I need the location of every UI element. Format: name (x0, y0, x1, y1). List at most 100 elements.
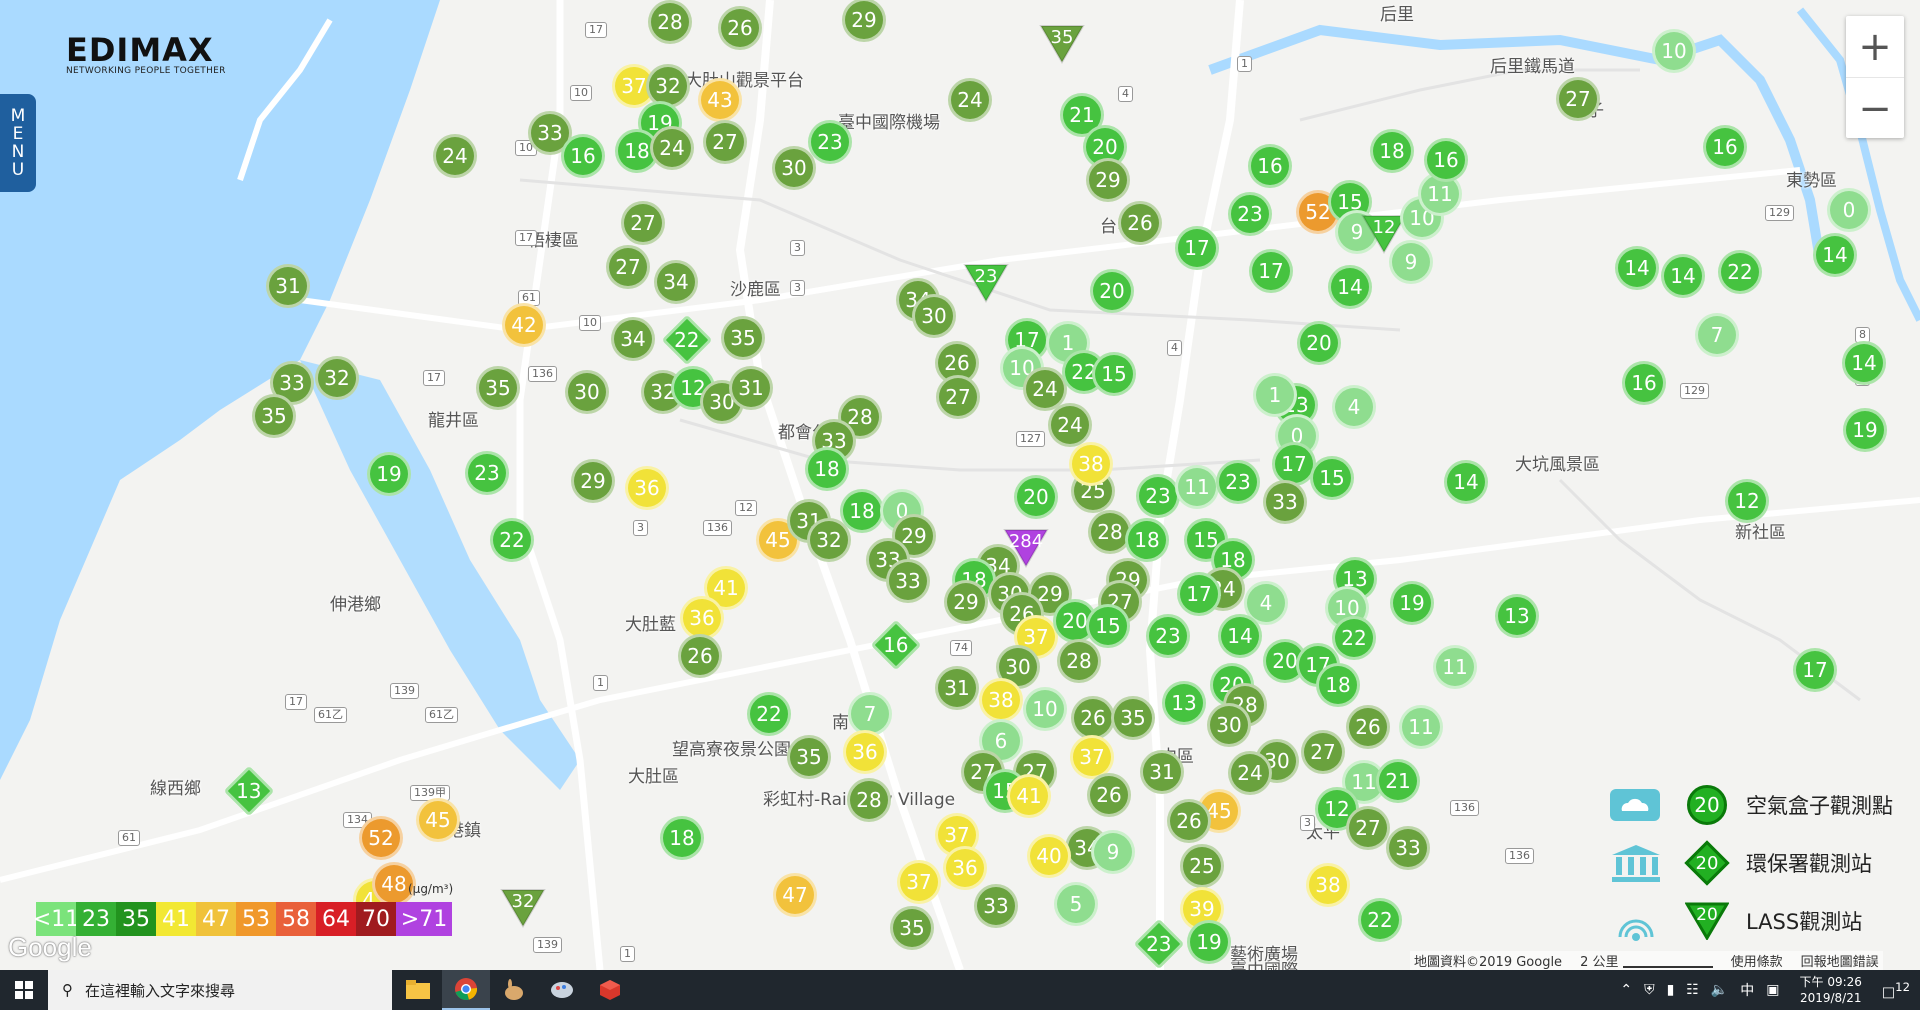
airbox-station-marker[interactable]: 33 (974, 884, 1018, 928)
airbox-station-marker[interactable]: 21 (1376, 759, 1420, 803)
airbox-station-marker[interactable]: 11 (1175, 465, 1219, 509)
airbox-station-marker[interactable]: 35 (721, 316, 765, 360)
airbox-station-marker[interactable]: 14 (1813, 233, 1857, 277)
airbox-station-marker[interactable]: 18 (1370, 129, 1414, 173)
airbox-station-marker[interactable]: 26 (1118, 201, 1162, 245)
airbox-station-marker[interactable]: 13 (1495, 594, 1539, 638)
airbox-station-marker[interactable]: 10 (1652, 29, 1696, 73)
file-explorer-app[interactable] (394, 970, 442, 1010)
airbox-station-marker[interactable]: 24 (433, 134, 477, 178)
airbox-station-marker[interactable]: 16 (1248, 144, 1292, 188)
airbox-station-marker[interactable]: 16 (1703, 125, 1747, 169)
airbox-station-marker[interactable]: 30 (1207, 703, 1251, 747)
ime-indicator[interactable]: 中 (1740, 980, 1754, 1000)
airbox-station-marker[interactable]: 29 (1086, 158, 1130, 202)
airbox-station-marker[interactable]: 16 (1622, 361, 1666, 405)
airbox-station-marker[interactable]: 26 (718, 6, 762, 50)
airbox-station-marker[interactable]: 9 (1091, 830, 1135, 874)
airbox-station-marker[interactable]: 33 (1386, 826, 1430, 870)
airbox-station-marker[interactable]: 27 (703, 120, 747, 164)
airbox-station-marker[interactable]: 33 (886, 559, 930, 603)
airbox-station-marker[interactable]: 18 (805, 447, 849, 491)
airbox-station-marker[interactable]: 20 (1090, 269, 1134, 313)
airbox-station-marker[interactable]: 26 (1087, 773, 1131, 817)
battery-icon[interactable]: ▮ (1667, 982, 1675, 998)
airbox-station-marker[interactable]: 27 (606, 245, 650, 289)
airbox-station-marker[interactable]: 18 (840, 489, 884, 533)
airbox-station-marker[interactable]: 14 (1444, 460, 1488, 504)
airbox-station-marker[interactable]: 36 (843, 730, 887, 774)
airbox-station-marker[interactable]: 27 (621, 201, 665, 245)
airbox-station-marker[interactable]: 0 (1827, 188, 1871, 232)
chevron-up-icon[interactable]: ⌃ (1620, 982, 1632, 998)
airbox-station-marker[interactable]: 28 (1057, 639, 1101, 683)
airbox-station-marker[interactable]: 23 (465, 451, 509, 495)
airbox-station-marker[interactable]: 14 (1842, 341, 1886, 385)
airbox-station-marker[interactable]: 29 (842, 0, 886, 42)
airbox-station-marker[interactable]: 20 (1297, 321, 1341, 365)
airbox-station-marker[interactable]: 26 (1167, 799, 1211, 843)
airbox-station-marker[interactable]: 35 (252, 394, 296, 438)
zoom-out-button[interactable]: − (1846, 78, 1904, 139)
airbox-station-marker[interactable]: 40 (1027, 834, 1071, 878)
airbox-station-marker[interactable]: 17 (1249, 249, 1293, 293)
airbox-station-marker[interactable]: 22 (747, 692, 791, 736)
airbox-station-marker[interactable]: 14 (1615, 246, 1659, 290)
airbox-station-marker[interactable]: 23 (1146, 614, 1190, 658)
edimax-logo[interactable]: EDIMAX NETWORKING PEOPLE TOGETHER (66, 34, 226, 76)
zoom-in-button[interactable]: + (1846, 16, 1904, 78)
airbox-station-marker[interactable]: 17 (1175, 226, 1219, 270)
airbox-station-marker[interactable]: 27 (1346, 806, 1390, 850)
airbox-station-marker[interactable]: 15 (1310, 456, 1354, 500)
airbox-station-marker[interactable]: 31 (1140, 750, 1184, 794)
airbox-station-marker[interactable]: 29 (944, 580, 988, 624)
airbox-station-marker[interactable]: 31 (935, 666, 979, 710)
input-mode-icon[interactable]: ▣ (1766, 982, 1779, 998)
airbox-station-marker[interactable]: 11 (1399, 705, 1443, 749)
chrome-app[interactable] (442, 970, 490, 1010)
airbox-station-marker[interactable]: 28 (847, 778, 891, 822)
airbox-station-marker[interactable]: 34 (611, 317, 655, 361)
airbox-station-marker[interactable]: 23 (1228, 192, 1272, 236)
airbox-station-marker[interactable]: 4 (1332, 385, 1376, 429)
airbox-station-marker[interactable]: 18 (660, 816, 704, 860)
terms-link[interactable]: 使用條款 (1731, 951, 1783, 970)
airbox-station-marker[interactable]: 28 (648, 0, 692, 44)
airbox-station-marker[interactable]: 11 (1433, 645, 1477, 689)
airbox-station-marker[interactable]: 52 (359, 816, 403, 860)
airbox-station-marker[interactable]: 7 (1695, 313, 1739, 357)
airbox-station-marker[interactable]: 38 (1306, 863, 1350, 907)
shield-icon[interactable]: ⛨ (1644, 982, 1655, 998)
airbox-station-marker[interactable]: 23 (1216, 460, 1260, 504)
airbox-station-marker[interactable]: 26 (1071, 696, 1115, 740)
airbox-station-marker[interactable]: 17 (1177, 572, 1221, 616)
airbox-station-marker[interactable]: 42 (502, 303, 546, 347)
start-button[interactable] (0, 970, 48, 1010)
airbox-station-marker[interactable]: 36 (943, 846, 987, 890)
airbox-station-marker[interactable]: 30 (912, 294, 956, 338)
airbox-station-marker[interactable]: 20 (1014, 475, 1058, 519)
airbox-station-marker[interactable]: 24 (948, 78, 992, 122)
airbox-station-marker[interactable]: 47 (773, 873, 817, 917)
lass-station-marker[interactable]: 23 (963, 263, 1009, 303)
airbox-station-marker[interactable]: 7 (848, 692, 892, 736)
airbox-station-marker[interactable]: 19 (367, 452, 411, 496)
airbox-station-marker[interactable]: 26 (678, 634, 722, 678)
airbox-station-marker[interactable]: 17 (1793, 648, 1837, 692)
airbox-station-marker[interactable]: 24 (1048, 403, 1092, 447)
airbox-station-marker[interactable]: 19 (1843, 408, 1887, 452)
airbox-station-marker[interactable]: 9 (1389, 240, 1433, 284)
airbox-station-marker[interactable]: 34 (654, 260, 698, 304)
airbox-station-marker[interactable]: 35 (787, 735, 831, 779)
airbox-station-marker[interactable]: 45 (416, 798, 460, 842)
airbox-station-marker[interactable]: 10 (1023, 687, 1067, 731)
airbox-station-marker[interactable]: 30 (772, 146, 816, 190)
airbox-station-marker[interactable]: 35 (476, 366, 520, 410)
airbox-station-marker[interactable]: 22 (1332, 616, 1376, 660)
airbox-station-marker[interactable]: 15 (1092, 352, 1136, 396)
airbox-station-marker[interactable]: 30 (565, 370, 609, 414)
map-scale-label[interactable]: 2 公里 (1580, 951, 1713, 970)
airbox-station-marker[interactable]: 14 (1218, 614, 1262, 658)
airbox-station-marker[interactable]: 13 (1162, 681, 1206, 725)
airbox-station-marker[interactable]: 27 (1556, 77, 1600, 121)
